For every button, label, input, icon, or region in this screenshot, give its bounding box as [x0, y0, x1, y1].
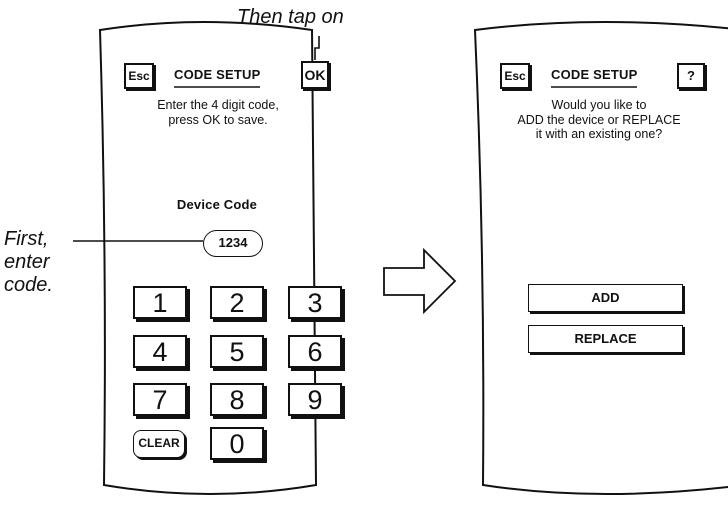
keypad-2-button[interactable]: 2 [210, 286, 264, 319]
then-tap-on-callout: Then tap on [237, 6, 344, 28]
keypad-9-button[interactable]: 9 [288, 383, 342, 416]
question-line-3: it with an existing one? [535, 127, 663, 141]
callout-line-enter: enter [4, 251, 50, 273]
question-line-1: Would you like to [551, 98, 647, 112]
screen2-question: Would you like to ADD the device or REPL… [504, 98, 694, 142]
screen2-title: CODE SETUP [551, 67, 638, 82]
replace-button[interactable]: REPLACE [528, 325, 683, 353]
then-tap-leader-line [314, 36, 320, 60]
clear-button[interactable]: CLEAR [133, 430, 185, 458]
instruction-line-1: Enter the 4 digit code, [157, 98, 279, 112]
add-button[interactable]: ADD [528, 284, 683, 312]
flow-arrow [383, 247, 457, 315]
first-enter-code-callout: First, enter code. [4, 228, 53, 297]
keypad-1-button[interactable]: 1 [133, 286, 187, 319]
device-code-label: Device Code [176, 197, 258, 212]
keypad-6-button[interactable]: 6 [288, 335, 342, 368]
screen1-title: CODE SETUP [174, 67, 261, 82]
screen1-ok-button[interactable]: OK [301, 61, 329, 89]
keypad-7-button[interactable]: 7 [133, 383, 187, 416]
keypad-5-button[interactable]: 5 [210, 335, 264, 368]
keypad-0-button[interactable]: 0 [210, 427, 264, 460]
callout-line-first: First, [4, 228, 49, 250]
keypad-8-button[interactable]: 8 [210, 383, 264, 416]
screen1-esc-button[interactable]: Esc [124, 63, 154, 89]
screen2-esc-button[interactable]: Esc [500, 63, 530, 89]
instruction-line-2: press OK to save. [168, 112, 268, 127]
keypad-3-button[interactable]: 3 [288, 286, 342, 319]
remote-1-body [98, 21, 318, 495]
screen1-instruction: Enter the 4 digit code, press OK to save… [128, 98, 308, 127]
device-code-field[interactable]: 1234 [203, 230, 263, 257]
remote-2-body [473, 21, 728, 495]
screen2-help-button[interactable]: ? [677, 63, 705, 89]
keypad-4-button[interactable]: 4 [133, 335, 187, 368]
question-line-2: ADD the device or REPLACE [517, 112, 681, 127]
callout-line-code: code. [4, 274, 53, 296]
